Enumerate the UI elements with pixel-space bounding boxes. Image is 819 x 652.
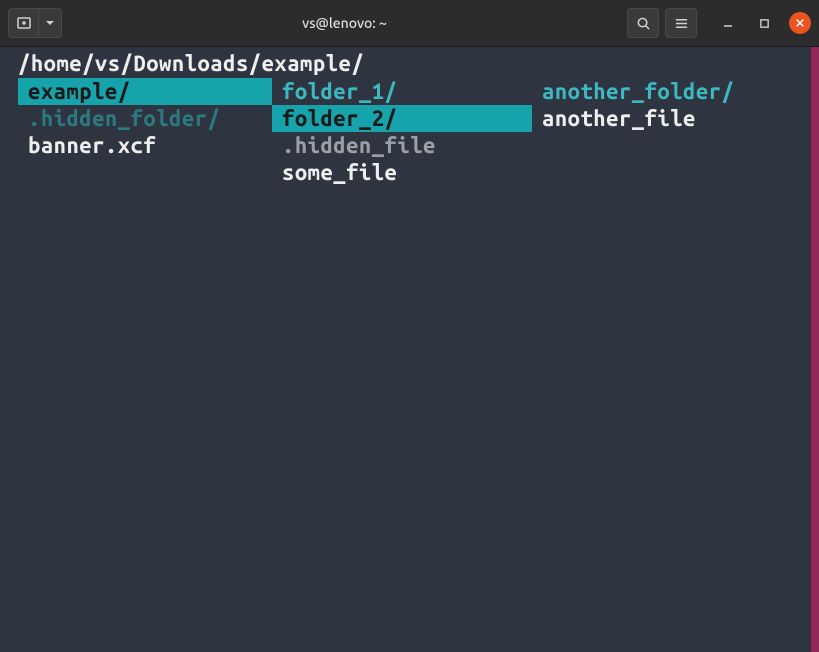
scrollbar[interactable] — [810, 47, 819, 652]
file-entry[interactable]: folder_2/ — [272, 105, 532, 132]
close-icon — [795, 18, 805, 28]
terminal-body[interactable]: /home/vs/Downloads/example/ example/.hid… — [0, 47, 819, 652]
file-entry[interactable]: folder_1/ — [272, 78, 532, 105]
titlebar-right-controls — [627, 8, 811, 38]
file-column-2: another_folder/another_file — [532, 78, 810, 186]
file-column-0: example/.hidden_folder/banner.xcf — [18, 78, 272, 186]
minimize-button[interactable] — [717, 12, 739, 34]
window-controls — [717, 12, 811, 34]
file-entry[interactable]: another_folder/ — [532, 78, 810, 105]
file-entry[interactable]: banner.xcf — [18, 132, 272, 159]
window-title: vs@lenovo: ~ — [62, 15, 627, 31]
titlebar: vs@lenovo: ~ — [0, 0, 819, 47]
maximize-button[interactable] — [753, 12, 775, 34]
maximize-icon — [759, 18, 770, 29]
terminal-content: /home/vs/Downloads/example/ example/.hid… — [0, 47, 810, 652]
menu-button[interactable] — [665, 8, 697, 38]
search-icon — [636, 16, 651, 31]
chevron-down-icon — [45, 18, 55, 28]
new-tab-button[interactable] — [8, 8, 38, 38]
file-entry[interactable]: example/ — [18, 78, 272, 105]
tab-dropdown-button[interactable] — [38, 8, 62, 38]
file-entry[interactable]: some_file — [272, 159, 532, 186]
current-path: /home/vs/Downloads/example/ — [0, 51, 810, 78]
file-browser-grid: example/.hidden_folder/banner.xcf folder… — [0, 78, 810, 186]
terminal-window: vs@lenovo: ~ — [0, 0, 819, 652]
minimize-icon — [722, 17, 734, 29]
file-entry[interactable]: .hidden_folder/ — [18, 105, 272, 132]
file-column-1: folder_1/folder_2/.hidden_filesome_file — [272, 78, 532, 186]
file-entry[interactable]: .hidden_file — [272, 132, 532, 159]
close-button[interactable] — [789, 12, 811, 34]
search-button[interactable] — [627, 8, 659, 38]
hamburger-icon — [674, 16, 689, 31]
titlebar-left-controls — [8, 8, 62, 38]
new-tab-icon — [16, 15, 32, 31]
file-entry[interactable]: another_file — [532, 105, 810, 132]
